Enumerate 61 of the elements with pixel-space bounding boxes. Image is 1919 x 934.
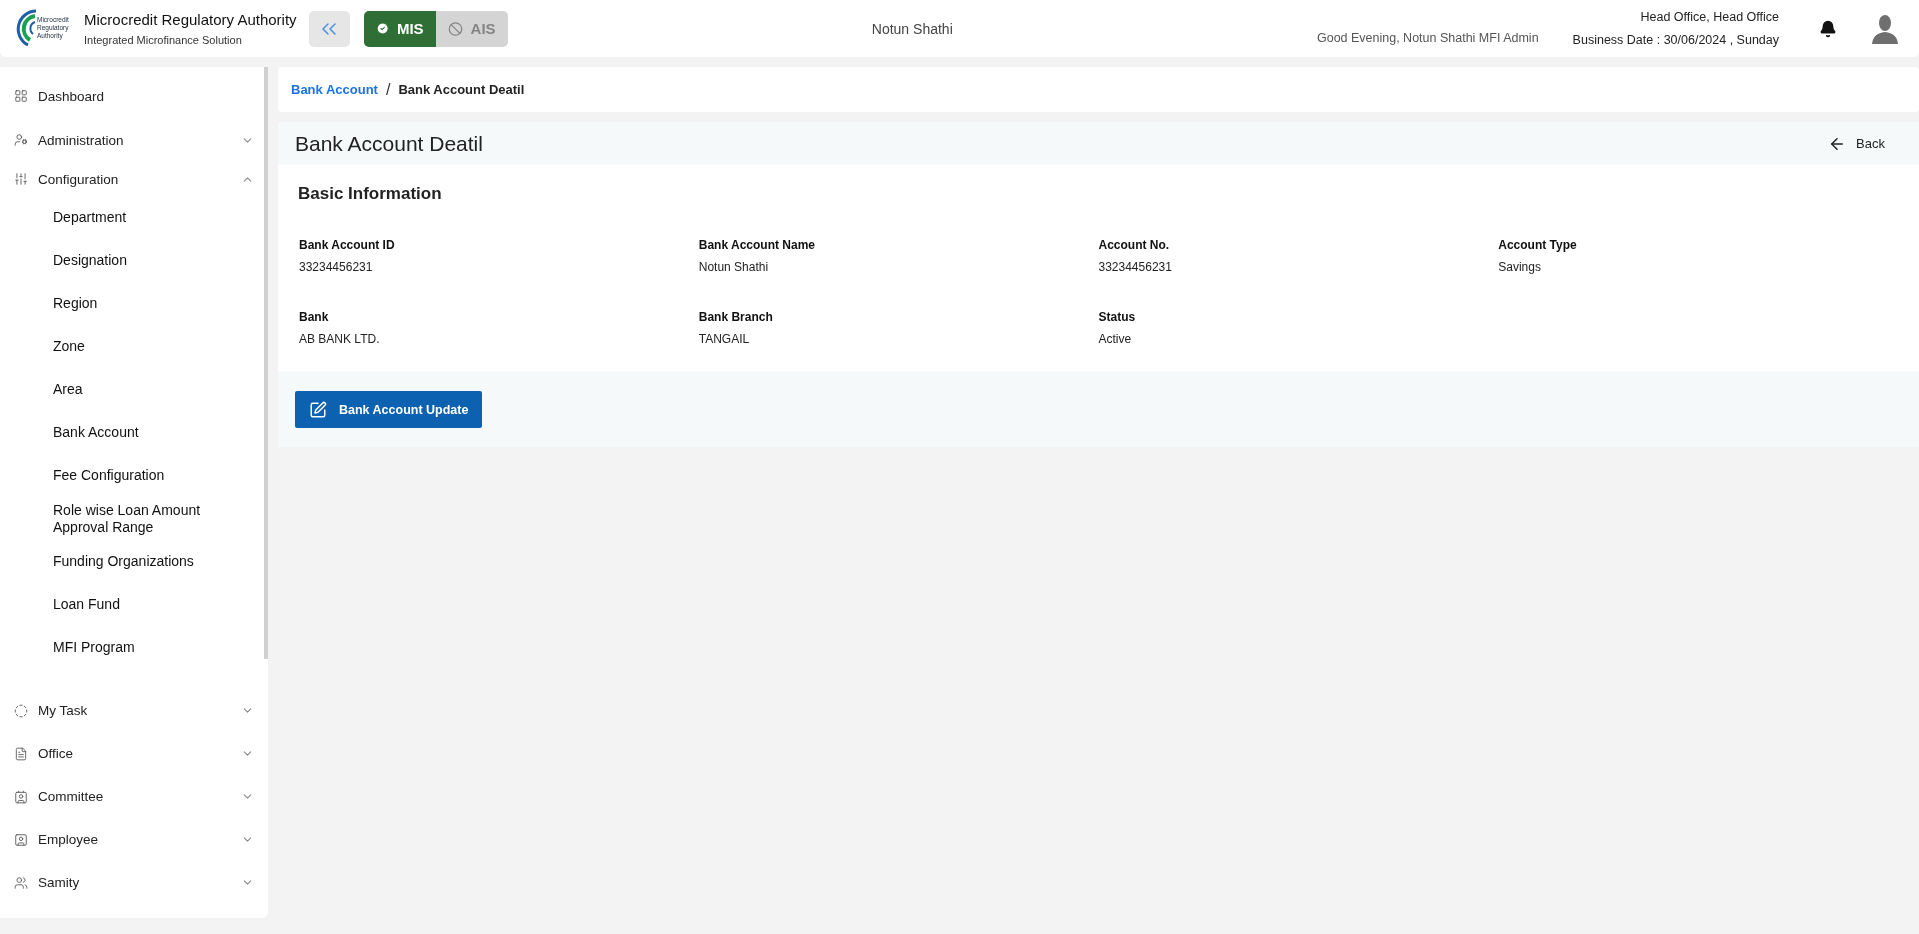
field-label: Bank Account ID <box>299 238 396 252</box>
avatar-icon[interactable] <box>1871 13 1899 44</box>
sidebar-subitem[interactable]: Loan Fund <box>0 583 268 626</box>
sidebar-item[interactable]: Configuration <box>0 162 268 196</box>
scrollbar[interactable] <box>264 67 268 659</box>
breadcrumb-link[interactable]: Bank Account <box>291 82 378 97</box>
field-value: Active <box>1098 332 1133 346</box>
sidebar-subitem[interactable]: Area <box>0 368 268 411</box>
user-gear-icon <box>14 133 28 147</box>
breadcrumb-current: Bank Account Deatil <box>398 82 525 97</box>
field-value: 33234456231 <box>1098 260 1173 274</box>
sidebar-subitem[interactable]: Fee Configuration <box>0 454 268 497</box>
field-value: 33234456231 <box>299 260 374 274</box>
sidebar-item[interactable]: Administration <box>0 118 268 162</box>
sidebar-item[interactable]: My Task <box>0 689 268 732</box>
grid-icon <box>14 89 28 103</box>
field-value: Notun Shathi <box>698 260 770 274</box>
sidebar-subitem[interactable]: Department <box>0 196 268 239</box>
sidebar-item[interactable]: Samity <box>0 861 268 904</box>
sidebar-subitem[interactable]: Bank Account <box>0 411 268 454</box>
field-label: Account Type <box>1498 238 1578 252</box>
notification-icon[interactable] <box>1819 19 1837 38</box>
sidebar-subitem[interactable]: Region <box>0 282 268 325</box>
sidebar-subitem[interactable]: Funding Organizations <box>0 540 268 583</box>
field-label: Status <box>1098 310 1137 324</box>
field-value: TANGAIL <box>698 332 751 346</box>
sidebar-item[interactable]: Dashboard <box>0 74 268 118</box>
users-icon <box>14 875 28 890</box>
sidebar-subitem[interactable]: Zone <box>0 325 268 368</box>
office-name: Head Office, Head Office <box>1640 10 1779 24</box>
greeting: Good Evening, Notun Shathi MFI Admin <box>1316 31 1539 45</box>
sliders-icon <box>14 172 28 186</box>
back-button[interactable]: Back <box>1822 133 1891 154</box>
organization-name: Notun Shathi <box>871 20 953 37</box>
check-circle-icon <box>375 20 389 37</box>
sidebar-subitem[interactable]: Designation <box>0 239 268 282</box>
contact-card-icon <box>14 789 28 804</box>
sidebar-subitem[interactable]: MFI Program <box>0 626 268 669</box>
update-button[interactable]: Bank Account Update <box>295 391 483 428</box>
sidebar-item[interactable]: Employee <box>0 818 268 861</box>
app-title: Microcredit Regulatory Authority <box>84 11 297 28</box>
section-title: Basic Information <box>297 183 443 204</box>
field-label: Bank Account Name <box>698 238 816 252</box>
field-label: Bank <box>299 310 330 324</box>
field-label: Account No. <box>1098 238 1171 252</box>
document-icon <box>14 746 28 761</box>
sidebar-item[interactable]: Committee <box>0 775 268 818</box>
user-card-icon <box>14 832 28 847</box>
sidebar-subitem[interactable]: Role wise Loan Amount Approval Range <box>0 497 268 540</box>
field-value: AB BANK LTD. <box>299 332 381 346</box>
field-value: Savings <box>1498 260 1542 274</box>
breadcrumb-separator: / <box>385 80 391 99</box>
edit-icon <box>309 400 327 419</box>
ban-icon <box>447 20 463 37</box>
page-title: Bank Account Deatil <box>295 131 483 156</box>
module-tab[interactable]: MIS <box>363 10 436 47</box>
app-subtitle: Integrated Microfinance Solution <box>84 34 243 46</box>
dashed-circle-icon <box>14 703 28 718</box>
sidebar-item[interactable]: Office <box>0 732 268 775</box>
business-date: Business Date : 30/06/2024 , Sunday <box>1572 33 1779 47</box>
field-label: Bank Branch <box>698 310 774 324</box>
